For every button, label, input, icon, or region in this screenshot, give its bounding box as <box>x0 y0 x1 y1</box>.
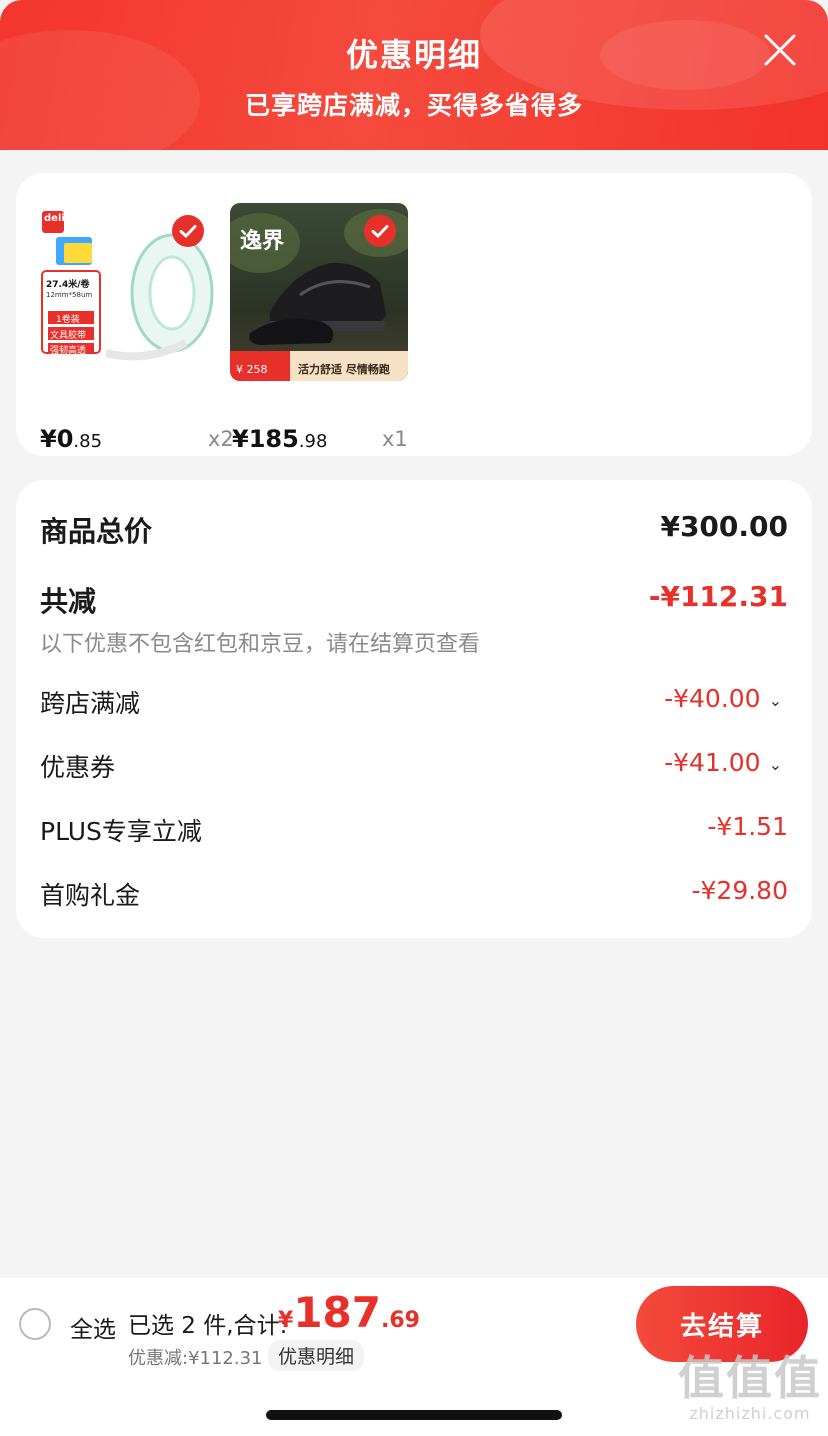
product-image-brand: deli <box>44 213 65 224</box>
select-all-label[interactable]: 全选 <box>70 1310 116 1344</box>
discount-detail-button[interactable]: 优惠明细 <box>268 1340 365 1371</box>
selected-check[interactable] <box>364 215 396 247</box>
discount-value[interactable]: -¥40.00 ⌄ <box>664 684 782 713</box>
product-image-text: 12mm*58um <box>46 291 93 299</box>
product-image-text: 27.4米/卷 <box>46 280 90 290</box>
total-reduce-label: 共减 <box>40 585 97 618</box>
home-indicator[interactable] <box>266 1410 562 1420</box>
product-image-slogan: 活力舒适 尽情畅跑 <box>298 363 390 376</box>
selected-check[interactable] <box>172 215 204 247</box>
check-icon <box>179 225 197 238</box>
discount-label: PLUS专享立减 <box>40 817 202 846</box>
page-title: 优惠明细 <box>345 36 482 74</box>
close-icon[interactable] <box>760 30 800 70</box>
discount-value: -¥1.51 <box>707 812 788 841</box>
product-image-text: 文具胶带 <box>50 331 87 341</box>
header: 优惠明细 已享跨店满减，买得多省得多 <box>0 0 828 150</box>
discount-label: 跨店满减 <box>40 689 141 718</box>
discount-value: -¥29.80 <box>691 876 789 905</box>
product-image-badge: ¥ 258 <box>236 363 268 376</box>
watermark-logo: 值值值 <box>678 1351 822 1405</box>
chevron-down-icon[interactable]: ⌄ <box>769 691 782 710</box>
close-button[interactable] <box>760 30 800 70</box>
discount-label: 优惠券 <box>40 753 116 782</box>
check-icon <box>371 225 389 238</box>
discount-summary: 优惠减:¥112.31 <box>128 1348 263 1369</box>
product-image-text: 强韧高透 <box>50 346 87 356</box>
discount-label: 首购礼金 <box>40 881 141 910</box>
total-amount: ¥187.69 <box>278 1288 420 1337</box>
watermark-url: zhizhizhi.com <box>689 1404 811 1423</box>
chevron-down-icon[interactable]: ⌄ <box>769 755 782 774</box>
discount-value[interactable]: -¥41.00 ⌄ <box>664 748 782 777</box>
product-image[interactable]: 逸界 ¥ 258 活力舒适 尽情畅跑 <box>230 203 408 381</box>
product-quantity: x1 <box>382 427 408 451</box>
watermark: 值值值 zhizhizhi.com <box>676 1352 824 1423</box>
product-quantity: x2 <box>208 427 234 451</box>
price-summary-card: 商品总价 ¥300.00 共减 -¥112.31 以下优惠不包含红包和京豆，请在… <box>16 480 812 938</box>
page-subtitle: 已享跨店满减，买得多省得多 <box>244 91 583 120</box>
products-card: deli 27.4米/卷 12mm*58um 1卷装 文具胶带 强韧高透 ¥0.… <box>16 173 812 456</box>
product-price: ¥0.85 <box>40 425 103 453</box>
product-image-text: 1卷装 <box>56 315 80 325</box>
select-all-radio[interactable] <box>19 1308 51 1340</box>
total-price-label: 商品总价 <box>40 515 153 548</box>
total-price-value: ¥300.00 <box>660 510 788 543</box>
discount-note: 以下优惠不包含红包和京豆，请在结算页查看 <box>40 632 481 657</box>
total-reduce-value: -¥112.31 <box>648 580 788 613</box>
product-image[interactable]: deli 27.4米/卷 12mm*58um 1卷装 文具胶带 强韧高透 <box>36 203 214 381</box>
product-image-title: 逸界 <box>240 229 285 254</box>
selected-count: 已选 2 件,合计: <box>128 1313 288 1339</box>
product-price: ¥185.98 <box>232 425 328 453</box>
